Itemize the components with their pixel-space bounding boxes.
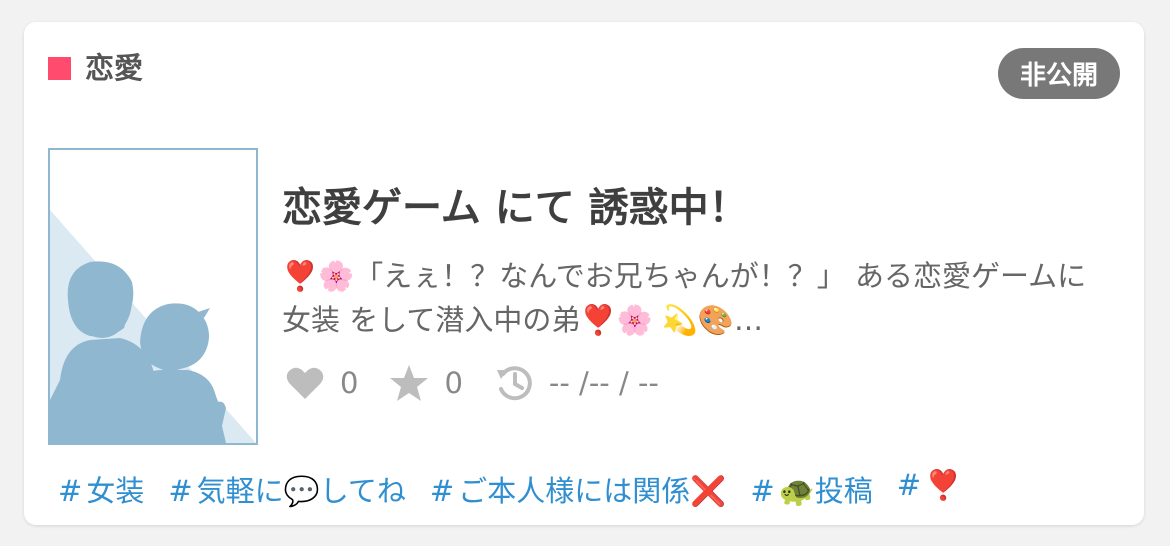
updated-stat: -- /-- / -- (495, 364, 659, 402)
tag-label: 🐢投稿 (778, 474, 873, 508)
tag-label: ❣️ (925, 468, 962, 502)
visibility-badge: 非公開 (997, 48, 1120, 99)
stats-row: 0 0 -- /-- / -- (286, 364, 691, 402)
tag-hash: # (168, 474, 193, 508)
work-title[interactable]: 恋愛ゲーム にて 誘惑中！ (282, 186, 749, 230)
tag-list: # 女装 # 気軽に💬してね # ご本人様には関係❌ # 🐢投稿 # ❣️ (58, 468, 985, 510)
tag-item[interactable]: # ご本人様には関係❌ (430, 468, 726, 510)
work-card[interactable]: 恋愛 非公開 恋愛ゲーム にて 誘惑中！ ❣️🌸「えぇ！？なんでお兄ちゃんが！？… (24, 22, 1144, 525)
tag-hash: # (429, 474, 455, 508)
updated-date: -- /-- / -- (548, 366, 659, 400)
work-description: ❣️🌸「えぇ！？なんでお兄ちゃんが！？」 ある恋愛ゲームに 女装 をして潜入中の… (282, 259, 1087, 337)
tag-label: 女装 (86, 474, 145, 508)
bookmarks-count: 0 (444, 366, 463, 400)
genre-label-group: 恋愛 (48, 54, 143, 83)
bookmarks-stat: 0 (390, 365, 463, 401)
star-icon (390, 365, 429, 401)
genre-color-marker (48, 57, 71, 80)
tag-label: ご本人様には関係❌ (458, 474, 727, 508)
tag-item[interactable]: # ❣️ (897, 468, 961, 510)
thumbnail-image[interactable] (48, 148, 258, 445)
tag-label: 気軽に💬してね (196, 474, 406, 508)
likes-stat: 0 (286, 366, 358, 400)
silhouette-image (50, 210, 256, 443)
likes-count: 0 (340, 366, 359, 400)
heart-icon (286, 367, 324, 399)
tag-hash: # (896, 468, 922, 502)
tag-hash: # (58, 474, 83, 508)
tag-item[interactable]: # 気軽に💬してね (168, 468, 406, 510)
tag-item[interactable]: # 女装 (58, 468, 144, 510)
tag-item[interactable]: # 🐢投稿 (750, 468, 872, 510)
genre-label: 恋愛 (85, 51, 144, 85)
tag-hash: # (750, 474, 775, 508)
history-icon (496, 366, 532, 401)
